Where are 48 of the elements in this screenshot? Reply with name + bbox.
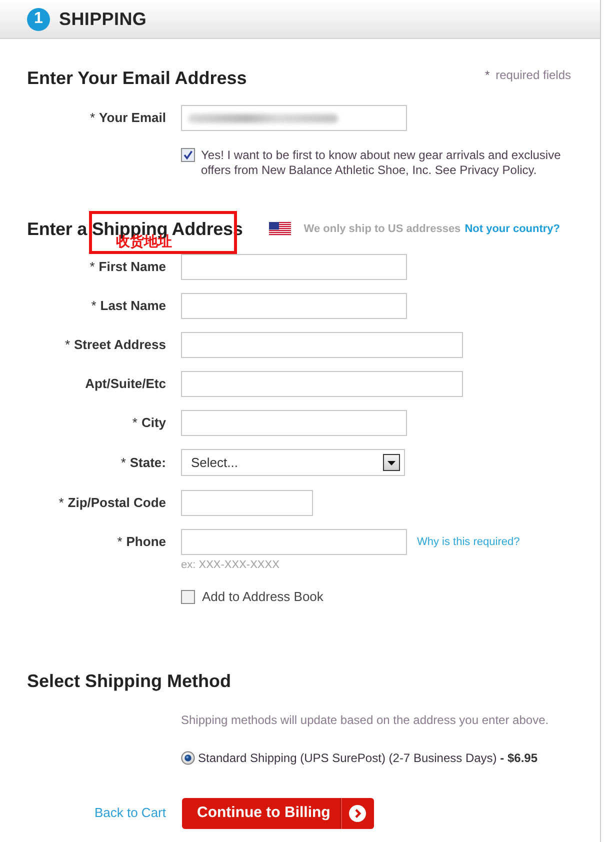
- page-title: SHIPPING: [59, 8, 147, 30]
- newsletter-checkbox[interactable]: [181, 148, 195, 162]
- checkbox-label: Add to Address Book: [202, 588, 324, 606]
- radio-button[interactable]: [181, 751, 195, 765]
- field-label: Zip/Postal Code: [68, 494, 166, 512]
- field-label: Phone: [126, 533, 166, 552]
- us-flag-icon: [268, 222, 291, 236]
- shipping-hint: Shipping methods will update based on the address you enter above.: [181, 712, 549, 728]
- continue-button[interactable]: Continue to Billing: [182, 798, 374, 828]
- address-book-checkbox[interactable]: [181, 590, 195, 604]
- required-asterisk: *: [90, 258, 95, 276]
- step-number: 1: [27, 8, 50, 30]
- newsletter-text: Yes! I want to be first to know about new gear arrivals and exclusive offers from New Balance Athletic Shoe, Inc. See Privacy Policy.: [201, 148, 562, 178]
- phone-field[interactable]: [181, 529, 407, 555]
- required-asterisk: *: [64, 336, 70, 354]
- required-fields-note: required fields: [496, 67, 571, 84]
- section-title: Select Shipping Method: [27, 670, 232, 690]
- required-asterisk: *: [132, 414, 138, 432]
- field-label: Apt/Suite/Etc: [85, 375, 166, 394]
- field-label: Street Address: [74, 336, 166, 354]
- required-asterisk: *: [120, 454, 126, 472]
- zip-code-field[interactable]: [181, 490, 313, 516]
- privacy-policy-link[interactable]: Privacy Policy: [460, 163, 534, 177]
- required-asterisk: *: [91, 297, 96, 316]
- required-asterisk: *: [58, 494, 64, 512]
- field-label: Last Name: [100, 297, 166, 316]
- required-asterisk: *: [117, 533, 122, 552]
- city-field[interactable]: [181, 410, 407, 436]
- chevron-circle-icon: [349, 804, 366, 822]
- shipping-note: We only ship to US addresses: [304, 222, 461, 237]
- shipping-option-label: Standard Shipping (UPS SurePost) (2-7 Business Days) - $6.95: [198, 750, 538, 766]
- email-field[interactable]: [181, 105, 407, 131]
- last-name-field[interactable]: [181, 293, 407, 319]
- apt-suite-field[interactable]: [181, 371, 463, 397]
- required-asterisk: *: [90, 109, 96, 128]
- help-link[interactable]: Why is this required?: [417, 534, 520, 550]
- state-dropdown[interactable]: Select...: [181, 449, 405, 476]
- first-name-field[interactable]: [181, 254, 407, 280]
- street-address-field[interactable]: [181, 332, 463, 358]
- back-to-cart-link[interactable]: Back to Cart: [94, 805, 166, 820]
- field-label: State:: [130, 454, 166, 472]
- field-label: Your Email: [99, 109, 166, 128]
- country-link[interactable]: Not your country?: [464, 220, 560, 238]
- phone-format-hint: ex: XXX-XXX-XXXX: [181, 558, 280, 572]
- field-label: First Name: [98, 258, 166, 276]
- required-asterisk: *: [484, 67, 490, 84]
- section-title: Enter Your Email Address: [27, 68, 247, 88]
- field-label: City: [141, 414, 166, 432]
